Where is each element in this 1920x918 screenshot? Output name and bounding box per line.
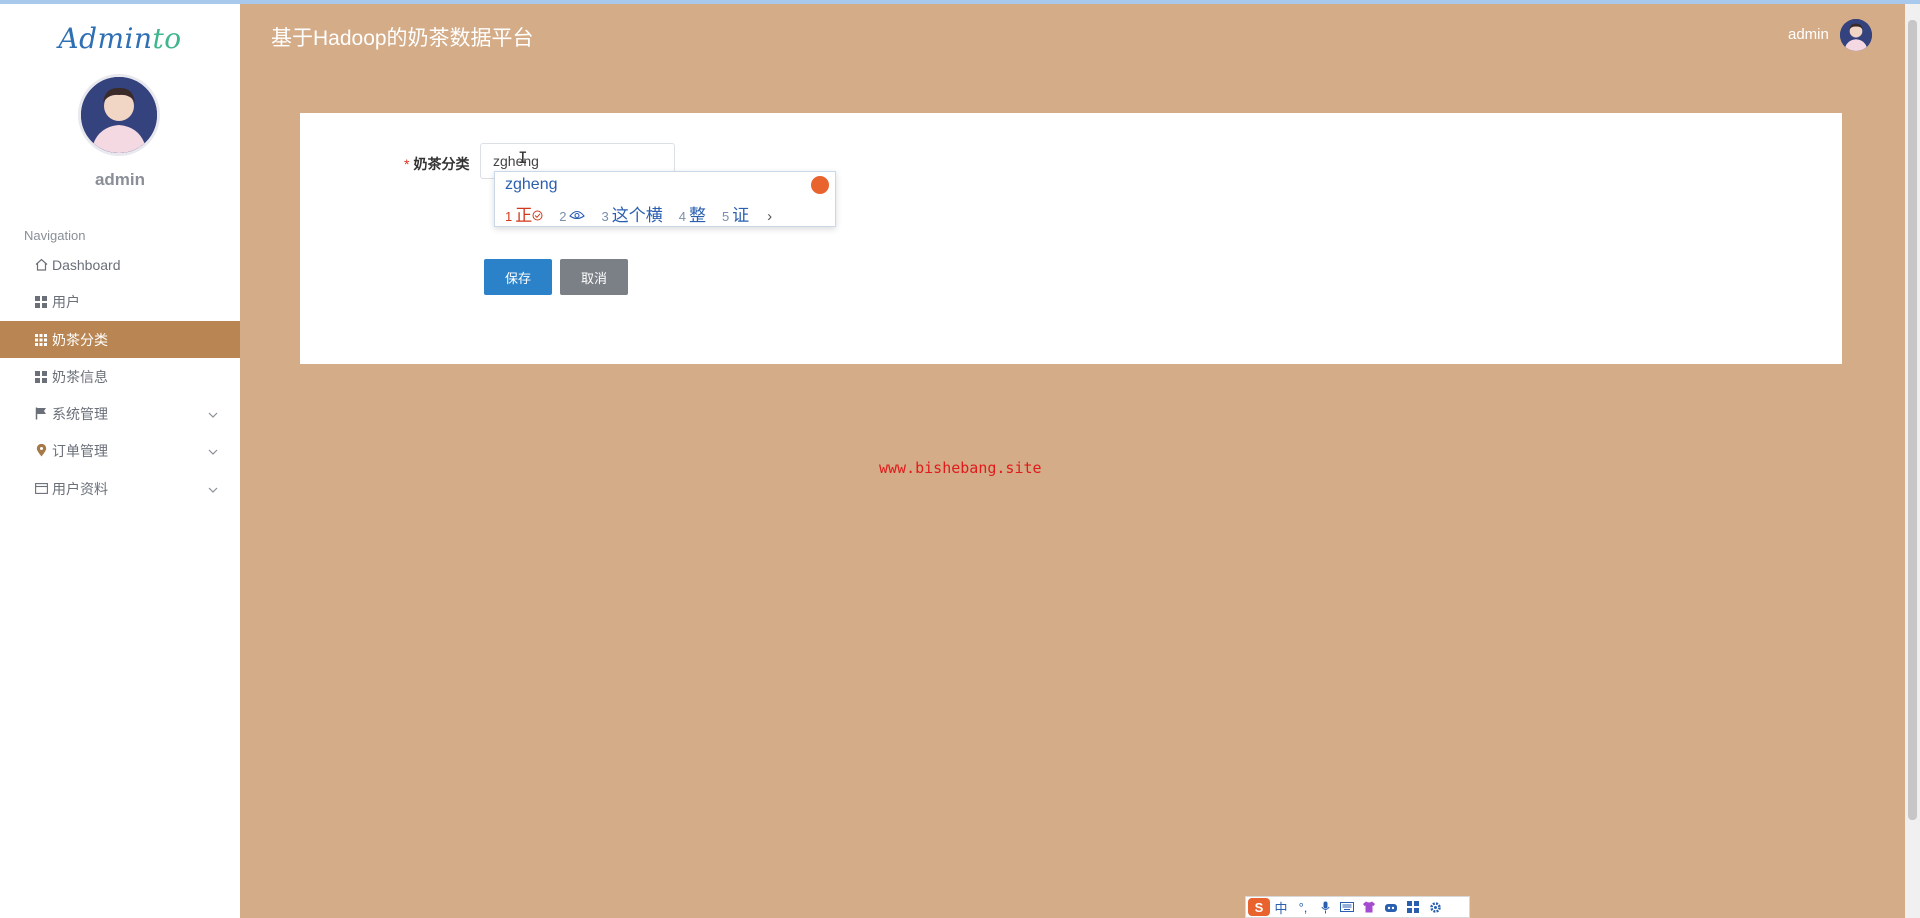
- home-icon: [33, 258, 49, 271]
- chevron-down-icon: [208, 406, 218, 422]
- avatar[interactable]: [78, 74, 160, 156]
- ime-composition: zgheng: [505, 176, 558, 193]
- watermark-text: www.bishebang.site: [879, 459, 1042, 477]
- required-mark: *: [404, 156, 410, 172]
- sidebar-item-tea-info[interactable]: 奶茶信息: [0, 358, 240, 395]
- sidebar-item-users[interactable]: 用户: [0, 283, 240, 320]
- page-title: 基于Hadoop的奶茶数据平台: [271, 27, 534, 50]
- sidebar: Adminto admin Navigation Dashboard 用户 奶茶…: [0, 4, 240, 918]
- user-avatar-icon: [1840, 19, 1872, 51]
- apps-icon: [33, 333, 49, 346]
- gear-icon[interactable]: [1424, 897, 1446, 917]
- ime-toolbar: S 中 °,: [1245, 896, 1470, 918]
- sidebar-item-profile[interactable]: 用户资料: [0, 470, 240, 507]
- emoji-candidate-icon: [569, 206, 586, 226]
- mic-icon[interactable]: [1314, 897, 1336, 917]
- sidebar-item-label: 奶茶信息: [52, 368, 108, 385]
- ime-candidate[interactable]: 4 整: [679, 201, 706, 226]
- sidebar-item-orders[interactable]: 订单管理: [0, 432, 240, 469]
- sidebar-item-label: 用户资料: [52, 480, 108, 497]
- nav-section-title: Navigation: [24, 228, 86, 243]
- text-cursor-icon: I: [518, 148, 528, 167]
- sidebar-item-tea-category[interactable]: 奶茶分类: [0, 321, 240, 358]
- keyboard-icon[interactable]: [1336, 897, 1358, 917]
- sogou-logo-icon[interactable]: S: [1248, 898, 1270, 916]
- sidebar-item-system[interactable]: 系统管理: [0, 395, 240, 432]
- check-badge-icon: [532, 206, 543, 226]
- form-label: * 奶茶分类: [404, 154, 469, 174]
- avatar[interactable]: [1840, 19, 1872, 51]
- grid-icon: [33, 370, 49, 383]
- sidebar-item-label: 系统管理: [52, 405, 108, 422]
- sidebar-item-label: Dashboard: [52, 256, 121, 273]
- sidebar-item-label: 订单管理: [52, 442, 108, 459]
- shirt-icon[interactable]: [1358, 897, 1380, 917]
- ime-next-page-button[interactable]: ›: [767, 208, 772, 225]
- sidebar-username: admin: [94, 170, 146, 189]
- flag-icon: [33, 407, 49, 420]
- sidebar-item-label: 奶茶分类: [52, 331, 108, 348]
- card-icon: [33, 483, 49, 494]
- ime-candidate[interactable]: 2: [559, 206, 586, 226]
- ime-candidate-popup[interactable]: zgheng 1 正 2 3 这个横 4 整 5 证 ›: [494, 171, 836, 227]
- page-scrollbar[interactable]: [1905, 4, 1920, 918]
- save-button[interactable]: 保存: [484, 259, 552, 295]
- field-label-text: 奶茶分类: [413, 156, 470, 172]
- header-username[interactable]: admin: [1788, 26, 1829, 43]
- chevron-down-icon: [208, 443, 218, 459]
- grid-icon[interactable]: [1402, 897, 1424, 917]
- ime-candidate-list: 1 正 2 3 这个横 4 整 5 证 ›: [505, 201, 772, 226]
- chinese-mode-toggle[interactable]: 中: [1270, 897, 1292, 917]
- scrollbar-thumb[interactable]: [1908, 20, 1917, 820]
- sidebar-item-label: 用户: [52, 293, 80, 310]
- ime-candidate[interactable]: 5 证: [722, 201, 749, 226]
- chevron-down-icon: [208, 481, 218, 497]
- ime-candidate[interactable]: 3 这个横: [601, 201, 662, 226]
- robot-icon[interactable]: [1380, 897, 1402, 917]
- cancel-button[interactable]: 取消: [560, 259, 628, 295]
- top-border: [0, 0, 1920, 4]
- grid-icon: [33, 295, 49, 308]
- app-logo[interactable]: Adminto: [0, 22, 240, 55]
- ime-candidate[interactable]: 1 正: [505, 201, 543, 226]
- punctuation-toggle[interactable]: °,: [1292, 897, 1314, 917]
- ime-skin-icon[interactable]: [811, 176, 829, 194]
- user-avatar-icon: [81, 77, 157, 153]
- sidebar-item-dashboard[interactable]: Dashboard: [0, 246, 240, 283]
- map-pin-icon: [33, 444, 49, 457]
